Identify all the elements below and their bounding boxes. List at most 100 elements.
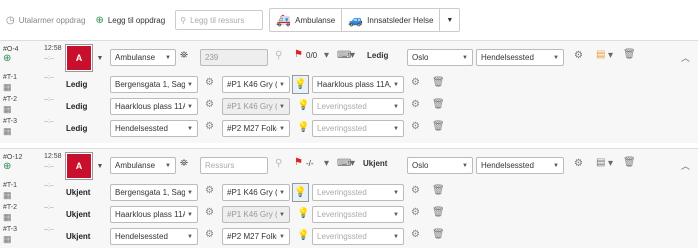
priority-dropdown[interactable]: ▼ [94,153,106,179]
event-select[interactable]: Hendelsessted ▼ [476,49,564,66]
destination-select[interactable]: Leveringssted ▼ [312,98,404,115]
resource-search-input[interactable]: ⚲ Legg til ressurs [175,10,264,30]
report-icon[interactable]: ▤ [596,49,605,60]
task-id: #T-1 [3,74,18,81]
trash-icon[interactable]: 🗑 [432,185,445,196]
gear-icon[interactable]: ⚙ [411,185,420,196]
priority-dropdown[interactable]: ▼ [94,45,106,71]
add-mission-label: Legg til oppdrag [107,15,166,25]
gear-icon[interactable]: ⚙ [411,229,420,240]
bulb-toggle[interactable]: 💡 [292,75,309,94]
bulb-icon[interactable]: 💡 [297,230,309,241]
destination-select-value: Leveringssted [317,124,367,133]
gear-icon[interactable]: ⚙ [411,99,420,110]
destination-select[interactable]: Leveringssted ▼ [312,206,404,223]
trash-icon[interactable]: 🗑 [623,157,636,168]
gear-icon[interactable]: ⚙ [205,229,214,240]
bulb-toggle[interactable]: 💡 [292,183,309,202]
destination-select[interactable]: Leveringssted ▼ [312,228,404,245]
flag-icon[interactable]: ⚑ [294,49,303,60]
priority-badge[interactable]: A [65,152,93,180]
unit-select[interactable]: #P1 K46 Gry (Kit▼ [222,76,290,93]
chevron-down-icon: ▼ [165,54,171,61]
add-task-icon[interactable]: ⊕ [3,162,39,172]
chevron-down-icon[interactable]: ▾ [324,158,329,169]
mission-id-column: #O-4 ⊕ [3,45,39,64]
chevron-down-icon[interactable]: ▾ [608,50,613,61]
binoculars-icon[interactable]: ⛯ [180,50,188,61]
address-select[interactable]: Haarklous plass 11A, Sa▼ [110,206,198,223]
address-select[interactable]: Bergensgata 1, Sagene,▼ [110,76,198,93]
gear-icon[interactable]: ⚙ [411,121,420,132]
add-mission-button[interactable]: ⊕ Legg til oppdrag [95,15,165,26]
priority-badge[interactable]: A [65,44,93,72]
ambulance-button[interactable]: 🚑 Ambulanse [270,9,343,31]
vehicle-type-select[interactable]: Ambulanse ▼ [110,157,176,174]
chevron-down-icon[interactable]: ▾ [608,158,613,169]
add-task-icon[interactable]: ⊕ [3,54,39,64]
leader-label: Innsatsleder Helse [367,15,434,25]
bulb-icon[interactable]: 💡 [297,100,309,111]
resource-type-group: 🚑 Ambulanse 🚙 Innsatsleder Helse ▼ [269,8,461,32]
gear-icon[interactable]: ⚙ [574,50,583,61]
region-select-value: Oslo [412,53,429,62]
gear-icon[interactable]: ⚙ [205,99,214,110]
task-id: #T-2 [3,96,18,103]
destination-select[interactable]: Haarklous plass 11A, Sa▼ [312,76,404,93]
car-icon: 🚙 [348,13,364,27]
chevron-down-icon[interactable]: ▾ [324,50,329,61]
resource-field[interactable]: 239 [200,49,268,66]
resource-field[interactable]: Ressurs [200,157,268,174]
binoculars-icon[interactable]: ⛯ [180,158,188,169]
leader-button[interactable]: 🚙 Innsatsleder Helse [342,9,441,31]
chevron-down-icon[interactable]: ▾ [350,158,355,169]
report-icon[interactable]: ▤ [596,157,605,168]
flag-icon[interactable]: ⚑ [294,157,303,168]
building-icon: ▦ [3,212,12,222]
unit-select[interactable]: #P2 M27 Folke (▼ [222,228,290,245]
resource-value: 239 [205,53,219,62]
event-select-value: Hendelsessted [481,161,534,170]
unit-select-value: #P2 M27 Folke ( [227,232,277,241]
gear-icon[interactable]: ⚙ [205,207,214,218]
bulb-icon[interactable]: 💡 [297,122,309,133]
trash-icon[interactable]: 🗑 [432,207,445,218]
address-select[interactable]: Hendelsessted ▼ [110,120,198,137]
trash-icon[interactable]: 🗑 [432,99,445,110]
gear-icon[interactable]: ⚙ [205,77,214,88]
gear-icon[interactable]: ⚙ [411,77,420,88]
chevron-up-icon[interactable]: ︿ [681,51,690,64]
gear-icon[interactable]: ⚙ [205,185,214,196]
vehicle-type-select[interactable]: Ambulanse ▼ [110,49,176,66]
region-select[interactable]: Oslo ▼ [407,157,473,174]
chevron-down-icon: ▼ [279,125,285,132]
event-select[interactable]: Hendelsessted ▼ [476,157,564,174]
address-select[interactable]: Haarklous plass 11A, Sa▼ [110,98,198,115]
chevron-down-icon: ▼ [279,211,285,218]
unit-select[interactable]: #P1 K46 Gry (Kit▼ [222,98,290,115]
chevron-down-icon[interactable]: ▾ [350,50,355,61]
address-select[interactable]: Hendelsessted ▼ [110,228,198,245]
unit-select[interactable]: #P1 K46 Gry (Kit▼ [222,206,290,223]
task-row: #T-2▦--:--LedigHaarklous plass 11A, Sa▼⚙… [0,95,698,117]
unit-select[interactable]: #P1 K46 Gry (Kit▼ [222,184,290,201]
gear-icon[interactable]: ⚙ [205,121,214,132]
trash-icon[interactable]: 🗑 [432,121,445,132]
destination-select[interactable]: Leveringssted ▼ [312,120,404,137]
unit-select[interactable]: #P2 M27 Folke (▼ [222,120,290,137]
gear-icon[interactable]: ⚙ [574,158,583,169]
chevron-down-icon: ▼ [279,189,285,196]
address-select[interactable]: Bergensgata 1, Sagene,▼ [110,184,198,201]
region-select[interactable]: Oslo ▼ [407,49,473,66]
building-icon: ▦ [3,190,12,200]
unalarmed-button[interactable]: ◷ Utalarmer oppdrag [6,15,85,26]
search-icon: ⚲ [180,15,187,25]
trash-icon[interactable]: 🗑 [432,77,445,88]
bulb-icon[interactable]: 💡 [297,208,309,219]
trash-icon[interactable]: 🗑 [623,49,636,60]
toolbar-dropdown-button[interactable]: ▼ [440,9,459,31]
trash-icon[interactable]: 🗑 [432,229,445,240]
destination-select[interactable]: Leveringssted ▼ [312,184,404,201]
chevron-up-icon[interactable]: ︿ [681,159,690,172]
gear-icon[interactable]: ⚙ [411,207,420,218]
